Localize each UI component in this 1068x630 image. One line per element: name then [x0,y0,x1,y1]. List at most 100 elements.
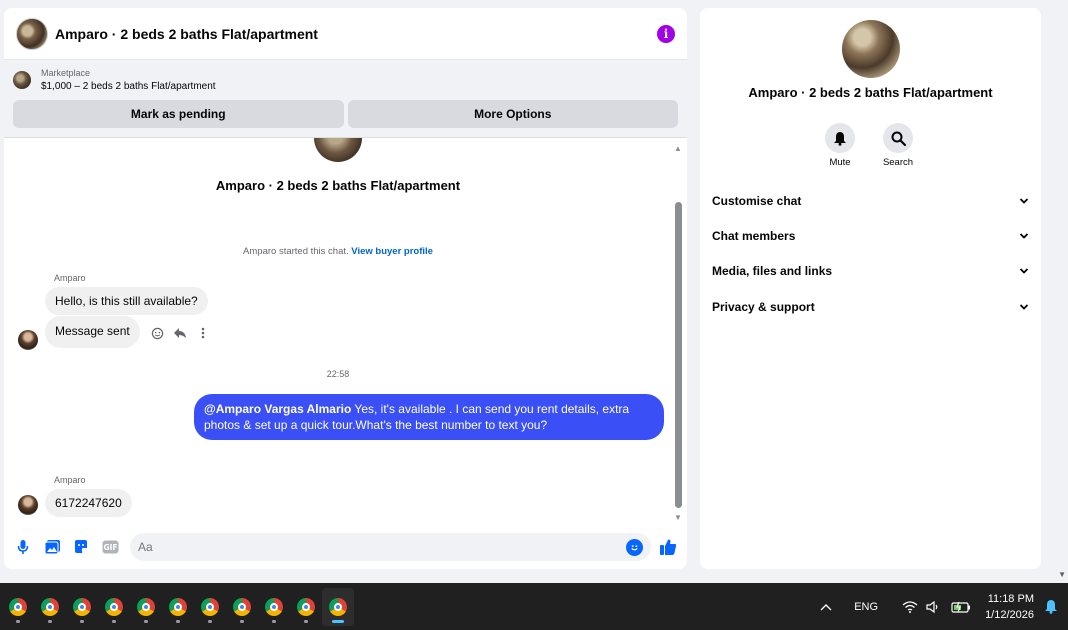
wifi-icon[interactable] [902,600,918,613]
clock-date: 1/12/2026 [985,608,1034,621]
chrome-icon [137,597,155,616]
listing-summary[interactable]: Marketplace $1,000 – 2 beds 2 baths Flat… [13,66,678,94]
taskbar-chrome-app[interactable] [162,588,194,626]
microphone-icon[interactable] [12,536,34,558]
sender-avatar[interactable] [18,330,38,350]
thread-name: Amparo · 2 beds 2 baths Flat/apartment [215,178,461,193]
chrome-icon [265,597,283,616]
mute-label: Mute [829,157,851,168]
running-indicator [112,619,116,623]
reply-icon[interactable] [173,326,187,340]
section-label: Privacy & support [712,300,815,314]
sender-name: Amparo [54,273,86,283]
scroll-up-arrow[interactable]: ▲ [673,144,683,153]
section-label: Media, files and links [712,264,833,278]
svg-text:GIF: GIF [103,543,117,552]
chrome-icon [41,597,59,616]
photo-icon[interactable] [41,536,63,558]
show-hidden-icons-chevron-up-icon[interactable] [820,603,832,611]
info-icon[interactable]: i [657,24,675,43]
clock[interactable]: 11:18 PM 1/12/2026 [985,591,1034,623]
react-icon[interactable] [150,326,164,340]
chrome-icon [329,597,347,616]
system-tray: ENG 11:18 PM 1/12/2026 [812,583,1068,630]
page-scroll-down-arrow[interactable]: ▼ [1058,570,1066,579]
profile-avatar[interactable] [842,20,900,78]
search-icon[interactable] [883,123,913,153]
mark-as-pending-button[interactable]: Mark as pending [13,100,344,128]
bell-icon[interactable] [825,123,855,153]
profile-name: Amparo · 2 beds 2 baths Flat/apartment [748,85,993,100]
chevron-down-icon [1019,304,1029,310]
running-indicator [144,619,148,623]
battery-icon[interactable] [951,601,971,613]
message-scrollbar[interactable]: ▲ ▼ [673,144,683,522]
section-customise-chat[interactable]: Customise chat [712,189,1030,213]
message-actions [150,326,210,340]
taskbar-chrome-app[interactable] [98,588,130,626]
sender-name: Amparo [54,475,86,485]
outgoing-message[interactable]: @Amparo Vargas Almario Yes, it's availab… [194,394,664,440]
taskbar-chrome-app[interactable] [66,588,98,626]
section-media-files-links[interactable]: Media, files and links [712,259,1030,283]
started-text: Amparo started this chat. [243,246,349,257]
chat-header: Amparo · 2 beds 2 baths Flat/apartment i [4,8,687,60]
conversation-info-panel: Amparo · 2 beds 2 baths Flat/apartment M… [700,8,1041,569]
message-timestamp: 22:58 [326,369,350,379]
section-chat-members[interactable]: Chat members [712,224,1030,248]
chat-avatar[interactable] [16,17,48,50]
taskbar-chrome-app[interactable] [194,588,226,626]
mention[interactable]: @Amparo Vargas Almario [204,402,351,416]
taskbar-chrome-app[interactable] [2,588,34,626]
notification-bell-icon[interactable] [1044,599,1058,614]
chrome-icon [297,597,315,616]
search-button[interactable]: Search [873,123,923,168]
input-language[interactable]: ENG [854,601,878,613]
running-indicator [80,619,84,623]
taskbar-chrome-app[interactable] [34,588,66,626]
incoming-message[interactable]: Message sent [45,316,140,348]
view-buyer-profile-link[interactable]: View buyer profile [351,246,433,257]
section-label: Customise chat [712,194,802,208]
listing-label: Marketplace [41,68,91,78]
taskbar-chrome-app[interactable] [290,588,322,626]
taskbar-chrome-app[interactable] [226,588,258,626]
scrollbar-thumb[interactable] [675,202,682,508]
taskbar-chrome-app[interactable] [130,588,162,626]
section-privacy-support[interactable]: Privacy & support [712,295,1030,319]
chevron-down-icon [1019,268,1029,274]
taskbar: ENG 11:18 PM 1/12/2026 [0,583,1068,630]
search-label: Search [882,157,914,168]
incoming-message[interactable]: Hello, is this still available? [45,287,208,315]
message-input-container [130,533,651,561]
taskbar-chrome-app[interactable] [258,588,290,626]
more-icon[interactable] [196,326,210,340]
incoming-message[interactable]: 6172247620 [45,489,132,517]
more-options-button[interactable]: More Options [347,100,678,128]
running-indicator [48,619,52,623]
chat-title[interactable]: Amparo · 2 beds 2 baths Flat/apartment [55,26,657,42]
mute-button[interactable]: Mute [815,123,865,168]
taskbar-apps [2,587,354,626]
gif-icon[interactable]: GIF [99,536,121,558]
clock-time: 11:18 PM [987,592,1034,605]
taskbar-chrome-app[interactable] [322,587,354,626]
scroll-down-arrow[interactable]: ▼ [673,513,683,522]
chrome-icon [169,597,187,616]
message-input[interactable] [138,540,626,554]
section-label: Chat members [712,229,796,243]
chat-started-notice: Amparo started this chat. View buyer pro… [4,246,672,257]
running-indicator [240,619,244,623]
listing-bar: Marketplace $1,000 – 2 beds 2 baths Flat… [4,60,687,138]
chrome-icon [9,597,27,616]
message-composer: GIF [4,529,687,565]
chrome-icon [233,597,251,616]
sticker-icon[interactable] [70,536,92,558]
thumbs-up-icon[interactable] [657,536,679,558]
running-indicator [332,619,344,623]
chevron-down-icon [1019,198,1029,204]
running-indicator [16,619,20,623]
emoji-icon[interactable] [626,538,643,556]
volume-icon[interactable] [926,600,941,613]
sender-avatar[interactable] [18,495,38,515]
